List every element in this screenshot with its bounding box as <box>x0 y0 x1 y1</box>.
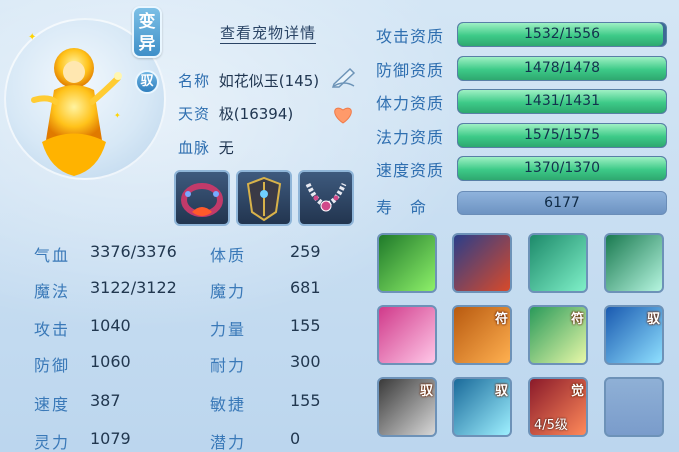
stat-value-2: 155 <box>290 391 321 410</box>
lifespan-value: 6177 <box>544 195 580 211</box>
equip-slot-collar[interactable] <box>174 170 230 226</box>
necklace-icon <box>305 182 347 212</box>
skill-empty[interactable] <box>604 377 664 437</box>
aptitude-bar: 1532/1556 <box>457 22 667 47</box>
svg-text:✦: ✦ <box>114 111 121 120</box>
aptitude-label: 攻击资质 <box>376 27 445 46</box>
armor-icon <box>246 176 282 222</box>
aptitude-bar: 1370/1370 <box>457 156 667 181</box>
aptitude-label: 法力资质 <box>376 127 445 147</box>
pet-bloodline-value: 无 <box>218 139 234 157</box>
view-pet-details-link[interactable]: 查看宠物详情 <box>220 22 317 44</box>
stat-label: 防御 <box>34 356 71 375</box>
skill-tag: 驭 <box>494 384 508 399</box>
equip-slot-armor[interactable] <box>236 170 292 226</box>
variant-badge: 变异 <box>132 6 162 58</box>
collar-icon <box>181 183 223 217</box>
stat-row: 灵力 <box>34 429 70 452</box>
stat-value: 3122/3122 <box>90 278 177 297</box>
stat-label-2: 力量 <box>210 320 247 339</box>
stat-row: 魔法 <box>34 278 70 302</box>
skill-9[interactable]: 驭 <box>377 377 437 437</box>
lifespan-label: 寿 命 <box>376 198 428 217</box>
skill-tag: 驭 <box>419 384 433 399</box>
lifespan-bar: 6177 <box>457 191 667 215</box>
stat-label: 速度 <box>34 395 71 414</box>
pet-portrait[interactable]: ✦ ✦ <box>14 30 134 180</box>
skill-11[interactable]: 觉 4/5级 <box>528 377 588 437</box>
pet-talent-row: 天资 极(16394) <box>178 103 293 124</box>
stat-row: 攻击 <box>34 316 70 340</box>
skill-10[interactable]: 驭 <box>452 377 512 437</box>
svg-text:✦: ✦ <box>28 32 36 43</box>
skill-7[interactable]: 符 <box>528 305 588 365</box>
skill-tag: 觉 <box>570 384 584 399</box>
stat-label-2: 潜力 <box>210 433 247 452</box>
stat-label-2: 体质 <box>210 246 247 265</box>
skill-4[interactable] <box>604 233 664 293</box>
stat-value-2: 259 <box>290 242 321 261</box>
stat-label-2: 敏捷 <box>210 395 247 414</box>
stat-row: 气血 <box>34 242 70 266</box>
equip-slot-necklace[interactable] <box>298 170 354 226</box>
aptitude-bar: 1478/1478 <box>457 55 667 81</box>
stat-row: 力量 <box>210 316 246 340</box>
stat-row: 敏捷 <box>210 391 246 415</box>
aptitude-value: 1478/1478 <box>524 59 600 76</box>
aptitude-label: 防御资质 <box>376 60 445 80</box>
stat-value-2: 0 <box>290 429 301 448</box>
aptitude-bar: 1431/1431 <box>457 89 667 114</box>
stat-label-2: 耐力 <box>210 356 247 375</box>
skill-5[interactable] <box>377 305 437 365</box>
stat-value: 3376/3376 <box>90 242 177 261</box>
aptitude-label: 速度资质 <box>376 161 445 180</box>
pet-bloodline-row: 血脉 无 <box>178 137 234 158</box>
skill-tag: 符 <box>570 312 584 327</box>
pet-talent-label: 天资 <box>178 105 211 123</box>
stat-value: 1040 <box>90 316 131 335</box>
skill-1[interactable] <box>377 233 437 293</box>
skill-tag: 符 <box>494 312 508 327</box>
skill-level: 4/5级 <box>534 418 568 433</box>
stat-value-2: 300 <box>290 352 321 371</box>
stat-row: 耐力 <box>210 352 246 376</box>
pet-name-row: 名称 如花似玉(145) <box>178 70 319 91</box>
heart-icon[interactable] <box>332 104 354 124</box>
stat-label-2: 魔力 <box>210 282 247 301</box>
variant-badge-text: 变异 <box>138 12 156 54</box>
stat-value: 387 <box>90 391 121 410</box>
pet-detail-panel: ✦ ✦ 变异 驭 查看宠物详情 名称 如花似玉(145) 天资 极(16394)… <box>0 0 679 452</box>
stat-row: 防御 <box>34 352 70 376</box>
skill-3[interactable] <box>528 233 588 293</box>
aptitude-bar: 1575/1575 <box>457 122 667 148</box>
stat-value: 1079 <box>90 429 131 448</box>
pet-name-value: 如花似玉(145) <box>218 72 320 90</box>
skill-6[interactable]: 符 <box>452 305 512 365</box>
aptitude-value: 1575/1575 <box>524 126 600 143</box>
stat-value-2: 155 <box>290 316 321 335</box>
stat-label: 灵力 <box>34 433 71 452</box>
skill-8[interactable]: 驭 <box>604 305 664 365</box>
stat-value-2: 681 <box>290 278 321 297</box>
aptitude-value: 1431/1431 <box>524 93 600 109</box>
tame-badge: 驭 <box>135 70 159 94</box>
stat-label: 气血 <box>34 246 71 265</box>
stat-row: 魔力 <box>210 278 246 302</box>
pet-talent-value: 极(16394) <box>218 105 294 123</box>
pet-bloodline-label: 血脉 <box>178 139 211 157</box>
skill-2[interactable] <box>452 233 512 293</box>
stat-value: 1060 <box>90 352 131 371</box>
aptitude-value: 1532/1556 <box>524 26 600 42</box>
stat-row: 速度 <box>34 391 70 415</box>
aptitude-value: 1370/1370 <box>524 160 600 176</box>
stat-label: 魔法 <box>34 282 71 301</box>
edit-name-icon[interactable] <box>330 66 358 88</box>
skill-tag: 驭 <box>646 312 660 327</box>
stat-row: 潜力 <box>210 429 246 452</box>
aptitude-label: 体力资质 <box>376 94 445 113</box>
pet-name-label: 名称 <box>178 72 211 90</box>
stat-label: 攻击 <box>34 320 71 339</box>
stat-row: 体质 <box>210 242 246 266</box>
